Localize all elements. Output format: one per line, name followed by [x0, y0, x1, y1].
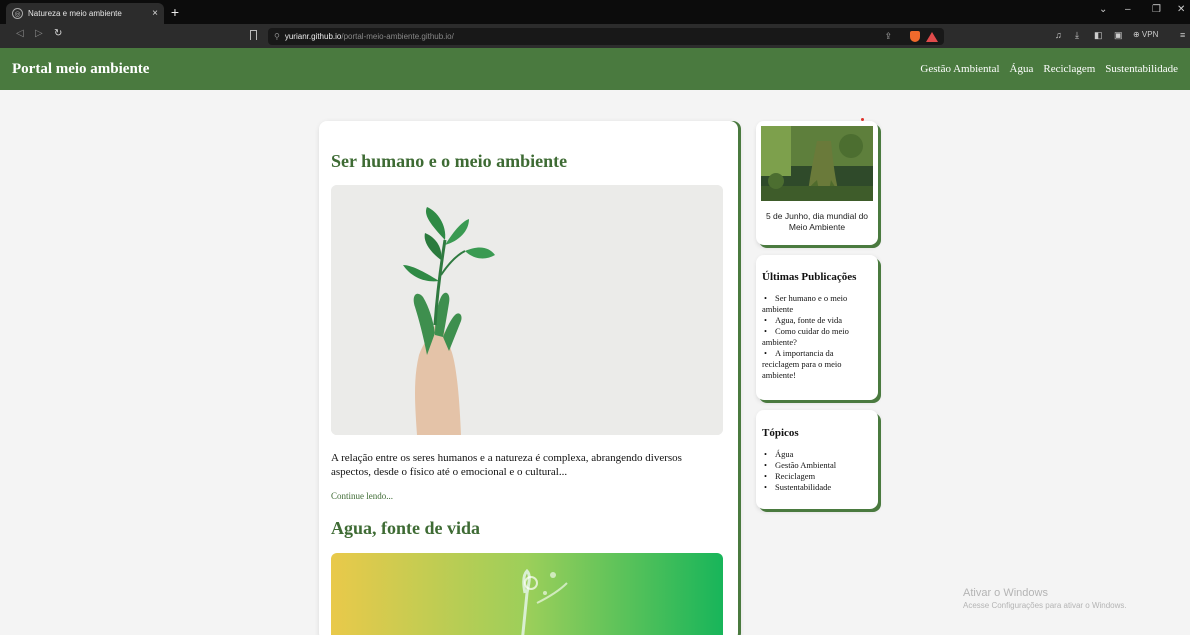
- browser-tab-bar: ◎ Natureza e meio ambiente × + ⌄ – ❐ ✕: [0, 0, 1190, 24]
- site-header: Portal meio ambiente Gestão Ambiental Ág…: [0, 48, 1190, 90]
- nav-agua[interactable]: Água: [1010, 63, 1034, 75]
- watermark-line-1: Ativar o Windows: [963, 587, 1048, 599]
- brave-rewards-icon[interactable]: [926, 31, 938, 42]
- latest-post-item[interactable]: Agua, fonte de vida: [762, 315, 872, 326]
- latest-posts-title: Últimas Publicações: [762, 271, 857, 283]
- post-title[interactable]: Ser humano e o meio ambiente: [331, 151, 567, 172]
- post-excerpt: A relação entre os seres humanos e a nat…: [331, 452, 682, 478]
- nav-sustentabilidade[interactable]: Sustentabilidade: [1105, 63, 1178, 75]
- featured-image-forest: [761, 126, 873, 201]
- new-tab-button[interactable]: +: [166, 3, 184, 21]
- site-nav: Gestão Ambiental Água Reciclagem Sustent…: [920, 63, 1178, 75]
- close-tab-icon[interactable]: ×: [152, 8, 158, 19]
- back-icon[interactable]: ◁: [16, 28, 24, 39]
- download-icon[interactable]: ⤓: [1075, 30, 1079, 41]
- site-title[interactable]: Portal meio ambiente: [12, 61, 149, 78]
- topics-title: Tópicos: [762, 427, 799, 439]
- bookmark-icon[interactable]: [250, 30, 257, 40]
- latest-post-item[interactable]: Ser humano e o meio ambiente: [762, 293, 872, 315]
- latest-posts-list: Ser humano e o meio ambiente Agua, fonte…: [762, 293, 872, 381]
- share-icon[interactable]: ⇪: [884, 31, 892, 42]
- address-bar[interactable]: ⚲ yurianr.github.io /portal-meio-ambient…: [268, 28, 944, 45]
- brave-shield-icon[interactable]: [910, 31, 920, 42]
- tab-search-icon[interactable]: ⌄: [1099, 4, 1107, 15]
- nav-gestao-ambiental[interactable]: Gestão Ambiental: [920, 63, 999, 75]
- post-image-hand-plant: [331, 185, 723, 435]
- wallet-icon[interactable]: ▣: [1114, 30, 1123, 41]
- topic-item-reciclagem[interactable]: Reciclagem: [762, 471, 872, 482]
- menu-icon[interactable]: ≡: [1180, 30, 1185, 40]
- globe-icon: ◎: [12, 8, 23, 19]
- latest-post-item[interactable]: Como cuidar do meio ambiente?: [762, 326, 872, 348]
- latest-post-item[interactable]: A importancia da reciclagem para o meio …: [762, 348, 872, 381]
- latest-posts-card: Últimas Publicações Ser humano e o meio …: [756, 255, 878, 400]
- nav-reciclagem[interactable]: Reciclagem: [1043, 63, 1095, 75]
- topics-card: Tópicos Água Gestão Ambiental Reciclagem…: [756, 410, 878, 509]
- browser-tab[interactable]: ◎ Natureza e meio ambiente ×: [6, 3, 164, 24]
- reload-icon[interactable]: ↻: [54, 28, 62, 39]
- topic-item-sustentabilidade[interactable]: Sustentabilidade: [762, 482, 872, 493]
- url-host: yurianr.github.io: [284, 32, 342, 41]
- browser-toolbar: ◁ ▷ ↻ ⚲ yurianr.github.io /portal-meio-a…: [0, 24, 1190, 48]
- sidebar-icon[interactable]: ◧: [1094, 30, 1103, 41]
- read-more-link[interactable]: Continue lendo...: [331, 491, 393, 501]
- topic-item-gestao-ambiental[interactable]: Gestão Ambiental: [762, 460, 872, 471]
- vpn-button[interactable]: ⊕ VPN: [1133, 30, 1158, 39]
- close-window-icon[interactable]: ✕: [1177, 4, 1185, 15]
- post-image-water: [331, 553, 723, 635]
- minimize-icon[interactable]: –: [1125, 4, 1131, 15]
- url-path: /portal-meio-ambiente.github.io/: [341, 32, 454, 41]
- featured-card[interactable]: 5 de Junho, dia mundial do Meio Ambiente: [756, 121, 878, 245]
- site-info-icon[interactable]: ⚲: [274, 32, 280, 41]
- tab-title: Natureza e meio ambiente: [28, 9, 122, 18]
- topics-list: Água Gestão Ambiental Reciclagem Sustent…: [762, 449, 872, 493]
- posts-card: Ser humano e o meio ambiente A relação e…: [319, 121, 738, 635]
- featured-caption: 5 de Junho, dia mundial do Meio Ambiente: [765, 211, 869, 232]
- watermark-line-2: Acesse Configurações para ativar o Windo…: [963, 601, 1127, 610]
- media-icon[interactable]: ♫: [1055, 30, 1062, 40]
- topic-item-agua[interactable]: Água: [762, 449, 872, 460]
- windows-activation-watermark: Ativar o Windows Acesse Configurações pa…: [963, 587, 1127, 610]
- restore-icon[interactable]: ❐: [1152, 4, 1161, 15]
- forward-icon[interactable]: ▷: [35, 28, 43, 39]
- post-title-agua[interactable]: Agua, fonte de vida: [331, 518, 480, 539]
